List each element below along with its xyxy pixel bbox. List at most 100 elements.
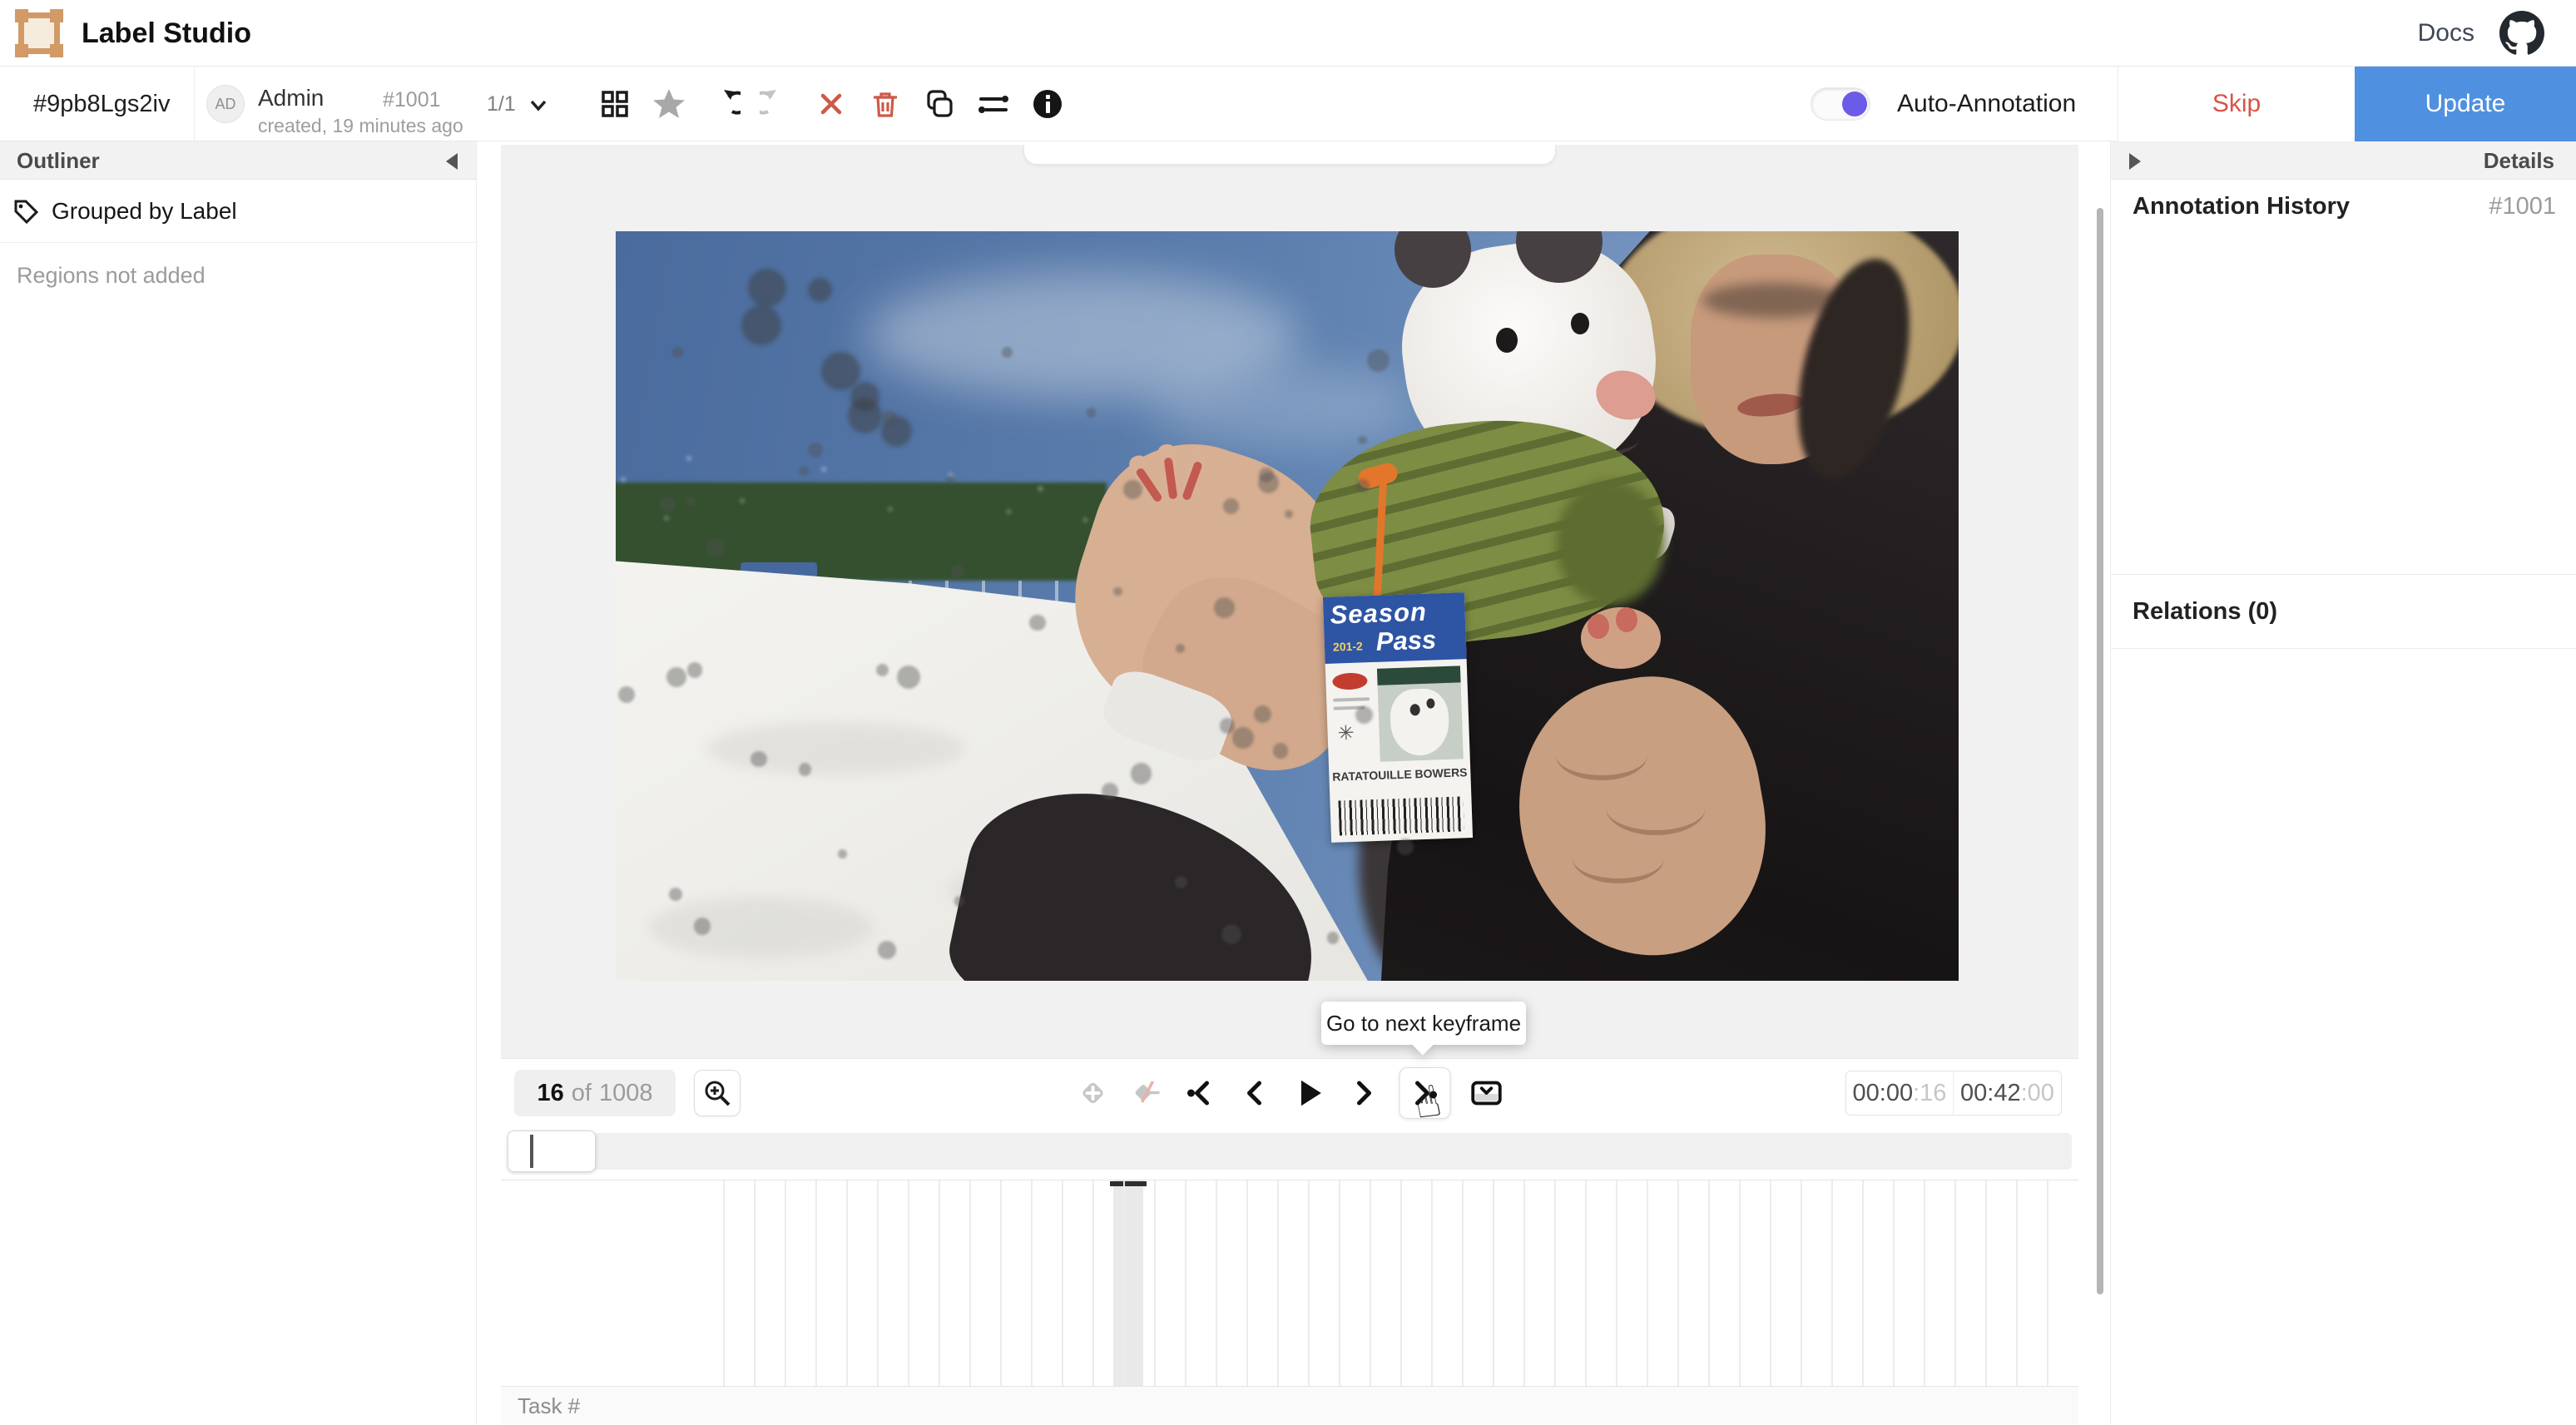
lens-dot bbox=[669, 888, 682, 901]
task-footer: Task # bbox=[501, 1386, 2078, 1424]
annotation-history-id: #1001 bbox=[2489, 193, 2556, 220]
play-icon[interactable] bbox=[1291, 1075, 1328, 1111]
label-studio-logo-icon[interactable] bbox=[18, 12, 60, 54]
auto-annotation-label: Auto-Annotation bbox=[1897, 67, 2076, 141]
lens-dot bbox=[1259, 468, 1274, 482]
timeline-tick bbox=[1462, 1180, 1464, 1386]
timeline-ruler[interactable] bbox=[501, 1180, 2078, 1386]
trash-icon[interactable] bbox=[867, 86, 904, 122]
lens-dot bbox=[1176, 644, 1185, 653]
duplicate-icon[interactable] bbox=[921, 86, 958, 122]
task-footer-label: Task # bbox=[518, 1387, 580, 1425]
timeline-tick bbox=[1031, 1180, 1033, 1386]
relations-row[interactable]: Relations (0) bbox=[2111, 574, 2576, 649]
current-time-main: 00:00 bbox=[1853, 1080, 1914, 1107]
redo-icon[interactable] bbox=[759, 86, 795, 122]
timeline-tick bbox=[1308, 1180, 1310, 1386]
annotation-history-row[interactable]: Annotation History #1001 bbox=[2111, 180, 2576, 233]
grid-icon[interactable] bbox=[597, 86, 633, 122]
timeline-overlay-icon[interactable] bbox=[1469, 1075, 1505, 1111]
lens-dot bbox=[748, 269, 786, 307]
relations-label: Relations (0) bbox=[2133, 598, 2277, 626]
transfer-icon[interactable] bbox=[975, 86, 1012, 122]
zoom-in-button[interactable] bbox=[694, 1070, 741, 1116]
lens-dot bbox=[1358, 436, 1367, 445]
seek-window-handle[interactable] bbox=[508, 1131, 596, 1172]
update-button[interactable]: Update bbox=[2355, 67, 2576, 141]
current-time: 00:00 :16 bbox=[1846, 1071, 1954, 1115]
docs-link[interactable]: Docs bbox=[2418, 19, 2474, 47]
video-controls-bar: 16 of 1008 bbox=[501, 1058, 2078, 1126]
timeline-tick bbox=[1092, 1180, 1094, 1386]
frame-counter[interactable]: 16 of 1008 bbox=[514, 1070, 676, 1116]
github-icon[interactable] bbox=[2499, 11, 2544, 56]
lens-dot bbox=[1214, 597, 1235, 618]
keyframe-add-icon[interactable] bbox=[1075, 1075, 1112, 1111]
timeline-tick bbox=[1246, 1180, 1248, 1386]
timeline-tick bbox=[1431, 1180, 1433, 1386]
skip-button[interactable]: Skip bbox=[2118, 67, 2355, 141]
prev-keyframe-icon[interactable] bbox=[1183, 1075, 1220, 1111]
lens-dot bbox=[1285, 510, 1293, 518]
info-icon[interactable] bbox=[1029, 86, 1066, 122]
tag-icon bbox=[12, 197, 40, 225]
collapse-left-icon[interactable] bbox=[446, 153, 458, 170]
lens-dot bbox=[1175, 876, 1187, 888]
timeline-tick bbox=[1677, 1180, 1679, 1386]
seek-track[interactable] bbox=[508, 1133, 2072, 1170]
timeline-tick bbox=[1831, 1180, 1833, 1386]
lens-dot bbox=[694, 918, 711, 935]
lens-dot bbox=[954, 896, 965, 907]
lens-dot bbox=[876, 664, 889, 676]
lens-dot bbox=[1355, 706, 1373, 724]
lens-dot bbox=[1131, 763, 1152, 784]
lens-dot bbox=[897, 665, 920, 689]
lens-dot bbox=[799, 466, 809, 476]
timeline-tick bbox=[785, 1180, 786, 1386]
collapse-right-icon[interactable] bbox=[2129, 153, 2141, 170]
lens-dot bbox=[751, 751, 767, 768]
lens-dot bbox=[741, 305, 781, 345]
lens-dot bbox=[1113, 587, 1122, 596]
next-frame-icon[interactable] bbox=[1345, 1075, 1382, 1111]
annotation-history-label: Annotation History bbox=[2133, 193, 2350, 220]
frame-total: 1008 bbox=[599, 1080, 653, 1107]
interpolation-icon[interactable] bbox=[1129, 1075, 1166, 1111]
annotator-avatar[interactable]: AD bbox=[206, 85, 245, 123]
lens-dot bbox=[1356, 479, 1370, 492]
outliner-sidebar: Outliner Grouped by Label Regions not ad… bbox=[0, 141, 477, 1424]
timeline-tick bbox=[815, 1180, 817, 1386]
reset-icon[interactable] bbox=[813, 86, 850, 122]
outliner-title: Outliner bbox=[17, 141, 100, 180]
lens-dot bbox=[1223, 498, 1239, 514]
timeline-tick bbox=[1554, 1180, 1556, 1386]
timeline-tick bbox=[908, 1180, 909, 1386]
outliner-header: Outliner bbox=[0, 141, 476, 180]
undo-icon[interactable] bbox=[705, 86, 741, 122]
timeline-tick bbox=[1154, 1180, 1156, 1386]
lens-dot bbox=[838, 849, 847, 858]
timeline-tick bbox=[1370, 1180, 1371, 1386]
timeline-tick bbox=[2016, 1180, 2018, 1386]
details-title: Details bbox=[2484, 141, 2554, 180]
regions-empty-message: Regions not added bbox=[17, 263, 206, 289]
lens-dot bbox=[1367, 349, 1390, 372]
timeline-tick bbox=[2047, 1180, 2048, 1386]
chevron-down-icon[interactable] bbox=[524, 91, 552, 119]
seek-row bbox=[501, 1126, 2078, 1180]
lens-dot bbox=[706, 538, 725, 557]
current-frame-marker[interactable] bbox=[1110, 1181, 1147, 1186]
lens-dot bbox=[672, 347, 683, 358]
video-frame[interactable]: Season Pass 201-2 ✳ RATATOUILLE BOWERS bbox=[616, 231, 1959, 981]
lens-dot bbox=[1220, 718, 1236, 734]
auto-annotation-toggle[interactable] bbox=[1811, 87, 1870, 121]
lens-dot bbox=[1221, 924, 1241, 944]
timeline-tick bbox=[939, 1180, 940, 1386]
star-icon[interactable] bbox=[651, 86, 687, 122]
vertical-scrollbar[interactable] bbox=[2097, 208, 2103, 1294]
lens-dot bbox=[1254, 705, 1271, 723]
divider bbox=[194, 67, 195, 141]
timeline-tick bbox=[1801, 1180, 1802, 1386]
grouping-selector[interactable]: Grouped by Label bbox=[0, 180, 476, 243]
prev-frame-icon[interactable] bbox=[1237, 1075, 1274, 1111]
